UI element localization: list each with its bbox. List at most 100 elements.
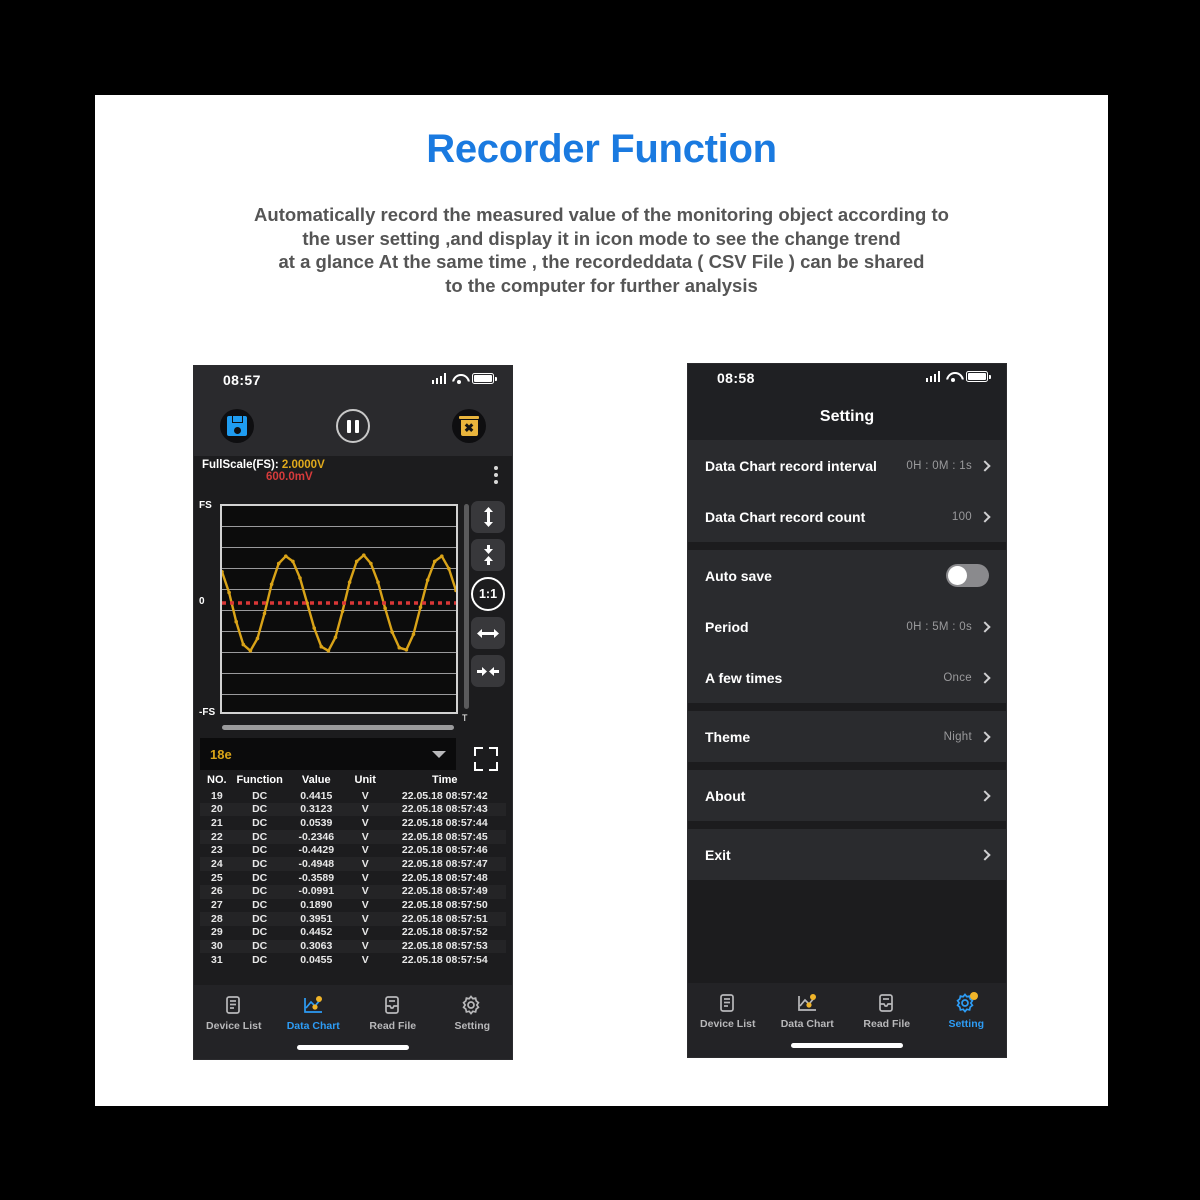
settings-row-theme[interactable]: Theme Night	[688, 711, 1006, 762]
settings-row-data-chart-record-count[interactable]: Data Chart record count 100	[688, 491, 1006, 542]
tab-label: Read File	[369, 1019, 417, 1032]
signal-icon	[431, 373, 446, 384]
status-time: 08:57	[223, 372, 261, 388]
bottom-nav-tabs: Device List Data Chart Read File Setting	[688, 983, 1006, 1039]
expand-horizontal-button[interactable]	[471, 617, 505, 649]
status-bar: 08:58	[688, 364, 1006, 394]
table-cell-time: 22.05.18 08:57:51	[383, 912, 506, 926]
collapse-vertical-button[interactable]	[471, 539, 505, 571]
fullscale-label-row: FullScale(FS): 2.0000V	[202, 459, 512, 471]
wifi-icon	[452, 373, 466, 384]
tab-data-chart[interactable]: Data Chart	[274, 985, 354, 1041]
table-cell-un: V	[346, 939, 384, 954]
settings-row-period[interactable]: Period 0H : 5M : 0s	[688, 601, 1006, 652]
table-row[interactable]: 19 DC 0.4415 V 22.05.18 08:57:42	[200, 789, 506, 803]
table-row[interactable]: 24 DC -0.4948 V 22.05.18 08:57:47	[200, 857, 506, 872]
tab-device-list[interactable]: Device List	[194, 985, 274, 1041]
table-cell-un: V	[361, 926, 369, 939]
table-row[interactable]: 25 DC -0.3589 V 22.05.18 08:57:48	[200, 871, 506, 885]
tab-label: Data Chart	[780, 1017, 834, 1030]
expand-horizontal-icon	[477, 628, 499, 638]
chevron-right-icon	[979, 848, 991, 861]
tab-label: Read File	[863, 1017, 911, 1030]
chart-vertical-scrollbar[interactable]	[464, 504, 469, 709]
table-cell-fn: DC	[252, 816, 268, 829]
table-cell-time: 22.05.18 08:57:45	[383, 830, 506, 844]
column-header-value: Value	[285, 772, 347, 789]
delete-button[interactable]: ✖	[452, 409, 486, 443]
table-row[interactable]: 22 DC -0.2346 V 22.05.18 08:57:45	[200, 830, 506, 844]
data-chart-icon	[796, 993, 818, 1013]
table-row[interactable]: 29 DC 0.4452 V 22.05.18 08:57:52	[200, 926, 506, 940]
chart-horizontal-scrollbar[interactable]	[222, 725, 454, 730]
settings-row-exit[interactable]: Exit	[688, 829, 1006, 880]
settings-row-label: Data Chart record interval	[705, 457, 877, 474]
pause-button[interactable]	[336, 409, 370, 443]
settings-row-label: Theme	[705, 728, 751, 745]
toggle-knob	[948, 566, 967, 585]
home-indicator	[297, 1045, 409, 1050]
tab-data-chart[interactable]: Data Chart	[768, 983, 848, 1039]
auto-save-toggle[interactable]	[946, 564, 989, 587]
table-row[interactable]: 26 DC -0.0991 V 22.05.18 08:57:49	[200, 884, 506, 899]
table-row[interactable]: 31 DC 0.0455 V 22.05.18 08:57:54	[200, 953, 506, 967]
table-cell-no: 20	[200, 802, 234, 817]
settings-group: Data Chart record interval 0H : 0M : 1s Da…	[688, 440, 1006, 542]
expand-vertical-button[interactable]	[471, 501, 505, 533]
table-row[interactable]: 20 DC 0.3123 V 22.05.18 08:57:43	[200, 802, 506, 817]
chevron-right-icon	[979, 459, 991, 472]
device-list-icon	[223, 995, 245, 1015]
chart-plot-area[interactable]	[220, 504, 458, 714]
description-line-1: Automatically record the measured value …	[254, 204, 949, 225]
settings-row-a-few-times[interactable]: A few times Once	[688, 652, 1006, 703]
save-button[interactable]	[220, 409, 254, 443]
table-cell-val: -0.3589	[298, 871, 335, 884]
table-cell-fn: DC	[233, 912, 286, 926]
tab-read-file[interactable]: Read File	[847, 983, 927, 1039]
table-cell-fn: DC	[233, 830, 286, 844]
table-row[interactable]: 21 DC 0.0539 V 22.05.18 08:57:44	[200, 816, 506, 830]
table-row[interactable]: 27 DC 0.1890 V 22.05.18 08:57:50	[200, 899, 506, 913]
kebab-menu-icon[interactable]	[494, 466, 498, 484]
settings-row-label: Data Chart record count	[705, 509, 866, 525]
table-cell-un: V	[361, 899, 369, 912]
table-cell-no: 22	[200, 830, 234, 844]
log-table-body: 19 DC 0.4415 V 22.05.18 08:57:42 20 DC 0.3123 V 2…	[200, 789, 506, 967]
chevron-right-icon	[979, 672, 991, 684]
table-row[interactable]: 28 DC 0.3951 V 22.05.18 08:57:51	[200, 912, 506, 926]
tab-read-file[interactable]: Read File	[353, 985, 433, 1041]
tab-setting[interactable]: Setting	[927, 983, 1007, 1039]
table-cell-val: 0.1890	[300, 899, 333, 912]
table-cell-val: -0.2346	[285, 830, 347, 844]
reset-zoom-button[interactable]: 1:1	[471, 577, 505, 611]
gear-icon	[461, 994, 483, 1015]
bottom-nav-right: Device List Data Chart Read File Setting	[688, 983, 1006, 1057]
waveform-svg	[222, 553, 456, 653]
table-cell-no: 25	[210, 871, 223, 884]
settings-row-data-chart-record-interval[interactable]: Data Chart record interval 0H : 0M : 1s	[688, 440, 1006, 491]
table-row[interactable]: 30 DC 0.3063 V 22.05.18 08:57:53	[200, 939, 506, 954]
fullscreen-icon[interactable]	[474, 747, 498, 771]
phone-screenshot-data-chart: 08:57 ✖ FullScale(FS): 2.0000V 600.0mV F…	[193, 365, 513, 1060]
table-cell-no: 28	[200, 912, 234, 926]
collapse-horizontal-button[interactable]	[471, 655, 505, 687]
tab-label: Device List	[700, 1017, 756, 1030]
tab-device-list[interactable]: Device List	[688, 983, 768, 1039]
tab-setting[interactable]: Setting	[433, 985, 513, 1041]
table-cell-fn: DC	[252, 953, 268, 966]
recorder-toolbar: ✖	[194, 396, 512, 456]
table-cell-val: -0.4429	[298, 844, 335, 857]
settings-row-about[interactable]: About	[688, 770, 1006, 821]
settings-row-label: Auto save	[705, 567, 772, 584]
device-select[interactable]: 18e	[200, 738, 456, 770]
settings-row-label: Period	[705, 619, 749, 635]
device-select-value: 18e	[210, 746, 232, 762]
table-cell-time: 22.05.18 08:57:50	[401, 899, 488, 912]
table-cell-val: 0.4452	[300, 926, 333, 939]
gear-icon	[955, 991, 979, 1013]
settings-row-auto-save[interactable]: Auto save	[688, 550, 1006, 601]
table-cell-time: 22.05.18 08:57:47	[383, 857, 506, 872]
table-row[interactable]: 23 DC -0.4429 V 22.05.18 08:57:46	[200, 844, 506, 858]
settings-group: Auto save Period 0H : 5M : 0s A few times On…	[688, 550, 1006, 703]
table-cell-no: 31	[210, 953, 223, 966]
